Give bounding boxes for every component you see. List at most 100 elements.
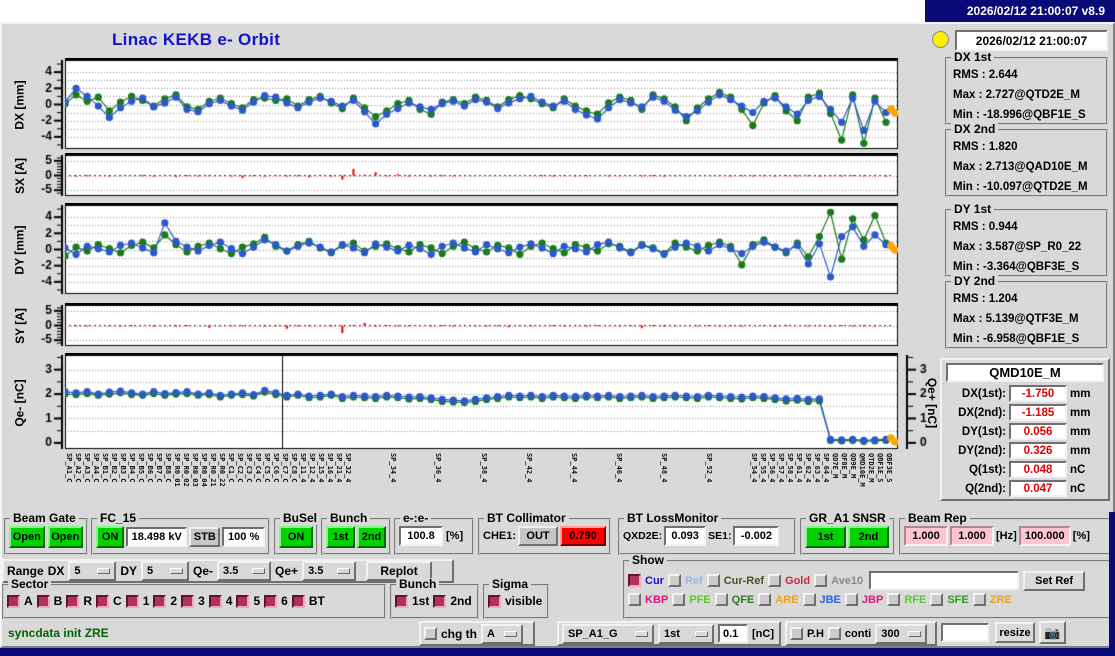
reference-input[interactable] bbox=[869, 571, 1020, 590]
show-checkbox-qfe[interactable] bbox=[714, 593, 728, 606]
show-checkbox-ref[interactable] bbox=[667, 574, 681, 587]
show-checkbox-jbp[interactable] bbox=[844, 593, 858, 606]
chg-th-checkbox[interactable] bbox=[424, 627, 437, 640]
sector-label-5: 5 bbox=[253, 594, 261, 608]
bunch-select-checkbox-1st[interactable] bbox=[395, 594, 408, 608]
beam-gate-open-button-2[interactable]: Open bbox=[47, 526, 83, 548]
bt-collimator-group: BT Collimator CHE1: OUT 0.790 bbox=[478, 512, 611, 555]
monitor-row-label: Q(2nd): bbox=[965, 482, 1006, 495]
bpm-xlabel: SP_12_4 bbox=[308, 453, 317, 483]
sector-label-bt: BT bbox=[308, 594, 325, 608]
bpm-xlabel: SP_A4_C bbox=[92, 453, 101, 483]
stat-box-title: DX 2nd bbox=[951, 123, 999, 136]
show-checkbox-ave10[interactable] bbox=[814, 574, 828, 587]
sector-checkbox-6[interactable] bbox=[264, 594, 278, 608]
bpm-xlabel: SP_R0_01 bbox=[173, 453, 182, 487]
screenshot-button[interactable]: 📷 bbox=[1039, 621, 1066, 644]
sector-checkbox-2[interactable] bbox=[153, 594, 167, 608]
ph-checkbox[interactable] bbox=[790, 627, 803, 640]
bpm-xlabel: SP_32_4 bbox=[344, 453, 353, 483]
che1-label: CHE1: bbox=[483, 530, 517, 542]
sector-checkbox-c[interactable] bbox=[96, 594, 110, 608]
range-qem-select[interactable]: 3.5 bbox=[217, 561, 272, 581]
conti-checkbox[interactable] bbox=[827, 627, 841, 640]
bpm-xlabel: SP_55_4 bbox=[758, 453, 767, 483]
busel-on-button[interactable]: ON bbox=[279, 526, 313, 548]
bt-collimator-title: BT Collimator bbox=[484, 512, 569, 525]
sector-select[interactable]: A bbox=[481, 623, 523, 644]
show-checkbox-pfe[interactable] bbox=[672, 593, 686, 606]
bpm-xlabel: SP_A2_C bbox=[74, 453, 82, 483]
optionmenu-dash-icon bbox=[635, 630, 648, 637]
bpm-xlabel: SP_C3_C bbox=[245, 453, 254, 483]
gr-snsr-2nd-button[interactable]: 2nd bbox=[848, 526, 889, 548]
gr-snsr-1st-button[interactable]: 1st bbox=[805, 526, 846, 548]
show-checkbox-sfe[interactable] bbox=[930, 593, 944, 606]
show-label-rfe: RFE bbox=[904, 593, 927, 606]
sector-checkbox-bt[interactable] bbox=[291, 594, 305, 608]
show-label-ave10: Ave10 bbox=[831, 574, 864, 587]
stat-box-dy-2nd: DY 2nd RMS : 1.204 Max : 5.139@QTF3E_M Min… bbox=[945, 275, 1108, 349]
bunch-1st-button[interactable]: 1st bbox=[326, 526, 355, 548]
bpm-xlabel: SP_52_4 bbox=[704, 453, 713, 483]
show-checkbox-rfe[interactable] bbox=[887, 593, 901, 606]
show-checkbox-jbe[interactable] bbox=[802, 593, 816, 606]
show-checkbox-cur-ref[interactable] bbox=[706, 574, 720, 587]
sector-checkbox-5[interactable] bbox=[236, 594, 250, 608]
beam-rep-group: Beam Rep 1.000 1.000 [Hz] 100.000 [%] bbox=[899, 512, 1111, 555]
bunch-order-select[interactable]: 1st bbox=[658, 623, 714, 644]
set-ref-button[interactable]: Set Ref bbox=[1023, 570, 1086, 591]
monitor-row-value: 0.056 bbox=[1009, 423, 1067, 440]
sigma-checkbox-visible[interactable] bbox=[488, 594, 501, 608]
sector-checkbox-4[interactable] bbox=[208, 594, 222, 608]
sector-checkbox-b[interactable] bbox=[36, 594, 50, 608]
sector-checkbox-a[interactable] bbox=[7, 594, 20, 608]
show-label-jbp: JBP bbox=[861, 593, 884, 606]
bpm-monitor-title: QMD10E_M bbox=[946, 363, 1104, 382]
show-label-qfe: QFE bbox=[731, 593, 755, 606]
che1-out-button[interactable]: OUT bbox=[518, 526, 559, 546]
beam-rep-value-1: 1.000 bbox=[904, 526, 948, 546]
bpm-select[interactable]: SP_A1_G bbox=[562, 623, 654, 644]
sector-checkbox-1[interactable] bbox=[125, 594, 139, 608]
bpm-xlabel: SP_C4_C bbox=[254, 453, 263, 483]
bunch-select-label-2nd: 2nd bbox=[450, 594, 472, 608]
fc15-on-button[interactable]: ON bbox=[96, 526, 125, 548]
sector-title: Sector bbox=[8, 578, 52, 591]
stat-box-dy-1st: DY 1st RMS : 0.944 Max : 3.587@SP_R0_22 Mi… bbox=[945, 203, 1108, 277]
range-qep-select[interactable]: 3.5 bbox=[302, 561, 357, 581]
show-checkbox-kbp[interactable] bbox=[628, 593, 641, 606]
sector-checkbox-r[interactable] bbox=[66, 594, 80, 608]
stat-box-dx-2nd: DX 2nd RMS : 1.820 Max : 2.713@QAD10E_M Mi… bbox=[945, 123, 1108, 197]
bunch-select-checkbox-2nd[interactable] bbox=[433, 594, 447, 608]
fc15-kv-value: 18.498 kV bbox=[126, 527, 188, 547]
bpm-xlabel: SP_B3_C bbox=[119, 453, 128, 483]
show-checkbox-gold[interactable] bbox=[768, 574, 782, 587]
show-checkbox-are[interactable] bbox=[758, 593, 772, 606]
monitor-row: Q(1st): 0.048 nC bbox=[942, 460, 1108, 479]
range-dx-select[interactable]: 5 bbox=[68, 561, 117, 581]
titlebar-clock-version: 2026/02/12 21:00:07 v8.9 bbox=[925, 0, 1115, 22]
range-dy-select[interactable]: 5 bbox=[141, 561, 190, 581]
monitor-row: DX(1st): -1.750 mm bbox=[942, 384, 1108, 403]
gr-snsr-group: GR_A1 SNSR 1st 2nd bbox=[800, 512, 895, 555]
show-checkbox-cur[interactable] bbox=[628, 574, 641, 587]
monitor-row-label: DX(2nd): bbox=[958, 406, 1006, 419]
bpm-xlabel: SP_R0_02 bbox=[182, 453, 191, 487]
monitor-row-unit: mm bbox=[1070, 406, 1091, 419]
resize-button[interactable]: resize bbox=[995, 622, 1035, 643]
monitor-row: DY(2nd): 0.326 mm bbox=[942, 441, 1108, 460]
aux-input[interactable] bbox=[941, 623, 989, 642]
bpm-xlabel: SP_B7_C bbox=[155, 453, 164, 483]
threshold-input[interactable]: 0.1 bbox=[718, 624, 748, 643]
sector-label-r: R bbox=[83, 594, 93, 608]
beam-gate-open-button-1[interactable]: Open bbox=[9, 526, 45, 548]
show-checkbox-zre[interactable] bbox=[972, 593, 986, 606]
optionmenu-dash-icon bbox=[97, 568, 111, 574]
bpm-xlabel: SP_R0_22 bbox=[218, 453, 227, 487]
count-select[interactable]: 300 bbox=[875, 623, 928, 644]
camera-icon: 📷 bbox=[1044, 624, 1061, 640]
bunch-2nd-button[interactable]: 2nd bbox=[357, 526, 386, 548]
sector-checkbox-3[interactable] bbox=[181, 594, 195, 608]
fc15-stb-button[interactable]: STB bbox=[189, 527, 221, 547]
